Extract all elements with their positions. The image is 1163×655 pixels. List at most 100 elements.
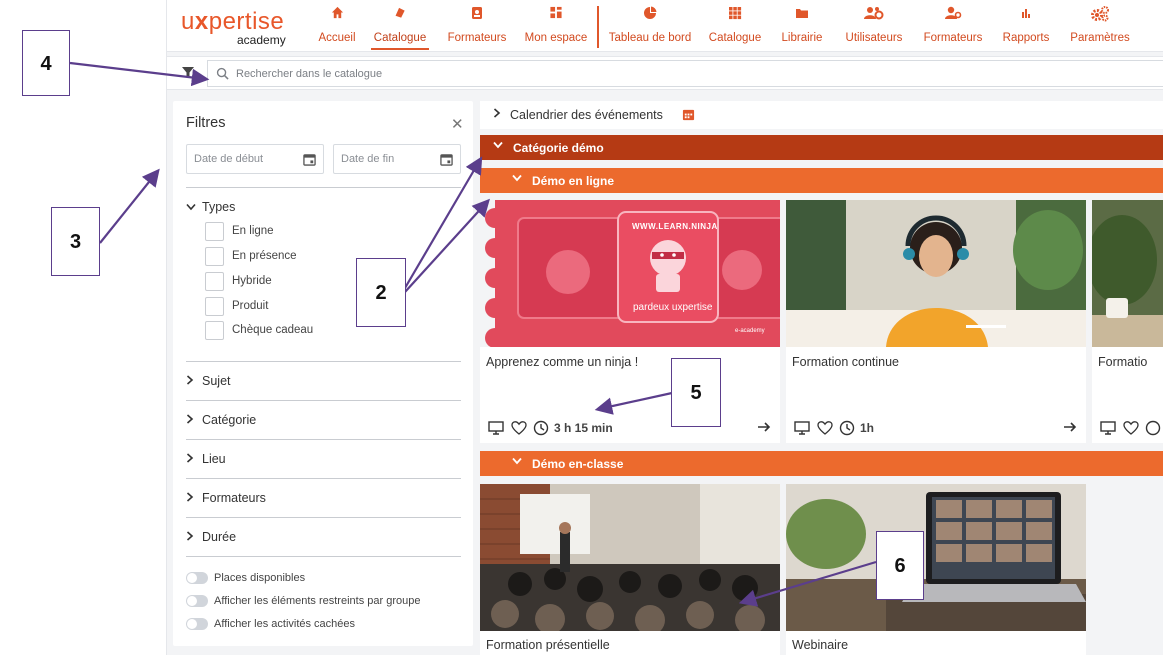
- course-duration: 1h: [860, 421, 875, 435]
- filter-group-duree[interactable]: Durée: [186, 530, 236, 544]
- folder-icon: [779, 6, 825, 24]
- date-start-field: [186, 144, 324, 174]
- nav-formateurs-admin[interactable]: Formateurs: [921, 6, 985, 50]
- category-header-demo[interactable]: Catégorie démo: [480, 135, 1163, 160]
- calendar-icon[interactable]: [303, 153, 316, 166]
- image-caption: WWW.LEARN.NINJA: [632, 222, 718, 231]
- filters-panel: Filtres ✕ Types En ligne En présence Hyb…: [173, 101, 473, 646]
- toggle-switch[interactable]: [186, 572, 208, 584]
- course-card-formation-presentielle[interactable]: Formation présentielle: [480, 484, 780, 655]
- heart-icon[interactable]: [817, 420, 833, 436]
- users-cog-icon: [841, 6, 907, 24]
- nav-tableau-de-bord[interactable]: Tableau de bord: [608, 6, 692, 50]
- course-image-formation-presentielle: [480, 484, 780, 631]
- checkbox[interactable]: [205, 297, 224, 316]
- course-title: Webinaire: [792, 638, 849, 652]
- clock-icon: [533, 420, 549, 436]
- course-image-webinaire: [786, 484, 1086, 631]
- chevron-right-icon: [186, 375, 202, 388]
- chevron-right-icon: [186, 453, 202, 466]
- book-icon: [371, 6, 429, 24]
- filter-toggle-icon[interactable]: [181, 65, 197, 81]
- home-icon: [315, 6, 359, 24]
- monitor-icon: [1100, 420, 1116, 436]
- course-card-partial[interactable]: Formatio: [1092, 200, 1163, 443]
- nav-parametres[interactable]: Paramètres: [1067, 6, 1133, 50]
- image-caption: e-academy: [735, 328, 765, 334]
- bar-chart-icon: [999, 6, 1053, 24]
- logo-wordmark: uxpertise: [181, 8, 285, 35]
- calendar-events-toggle[interactable]: Calendrier des événements: [480, 101, 1163, 129]
- checkbox[interactable]: [205, 247, 224, 266]
- checkbox[interactable]: [205, 222, 224, 241]
- toggle-switch[interactable]: [186, 618, 208, 630]
- annotation-arrow-3: [99, 168, 160, 244]
- close-icon[interactable]: ✕: [451, 115, 464, 133]
- chevron-down-icon: [493, 140, 503, 152]
- image-caption: pardeux uxpertise: [633, 302, 713, 313]
- nav-catalogue[interactable]: Catalogue: [371, 6, 429, 50]
- dashboard-icon: [523, 6, 589, 24]
- filter-group-types[interactable]: Types: [186, 200, 235, 214]
- search-bar: [167, 56, 1163, 90]
- arrow-right-icon[interactable]: [756, 419, 772, 435]
- nav-utilisateurs[interactable]: Utilisateurs: [841, 6, 907, 50]
- course-duration: 3 h 15 min: [554, 421, 613, 435]
- subcategory-header-classroom[interactable]: Démo en-classe: [480, 451, 1163, 476]
- nav-formateurs[interactable]: Formateurs: [445, 6, 509, 50]
- nav-mon-espace[interactable]: Mon espace: [523, 6, 589, 50]
- divider: [186, 478, 461, 479]
- checkbox[interactable]: [205, 321, 224, 340]
- heart-icon[interactable]: [1123, 420, 1139, 436]
- course-card-formation-continue[interactable]: Formation continue 1h: [786, 200, 1086, 443]
- nav-librairie[interactable]: Librairie: [779, 6, 825, 50]
- clock-icon: [839, 420, 855, 436]
- course-image-partial: [1092, 200, 1163, 347]
- checkbox[interactable]: [205, 272, 224, 291]
- chevron-right-icon: [186, 531, 202, 544]
- monitor-icon: [488, 420, 504, 436]
- date-end-input[interactable]: [341, 150, 436, 168]
- brand-logo[interactable]: uxpertise academy: [181, 8, 291, 47]
- date-start-input[interactable]: [194, 150, 289, 168]
- chevron-right-icon: [186, 492, 202, 505]
- id-badge-icon: [445, 6, 509, 24]
- filter-group-formateurs[interactable]: Formateurs: [186, 491, 266, 505]
- course-title: Formation continue: [792, 355, 900, 369]
- course-title: Formatio: [1098, 355, 1148, 369]
- date-end-field: [333, 144, 461, 174]
- filter-group-sujet[interactable]: Sujet: [186, 374, 231, 388]
- top-navigation: uxpertise academy Accueil Catalogue Form…: [167, 0, 1163, 52]
- filters-title: Filtres: [186, 115, 226, 131]
- chevron-down-icon: [512, 456, 522, 468]
- subcategory-header-online[interactable]: Démo en ligne: [480, 168, 1163, 193]
- course-title: Apprenez comme un ninja !: [486, 355, 639, 369]
- divider: [186, 556, 461, 557]
- chevron-down-icon: [512, 173, 522, 185]
- annotation-label-5: 5: [671, 358, 721, 427]
- calendar-icon[interactable]: [440, 153, 453, 166]
- filter-group-categorie[interactable]: Catégorie: [186, 413, 256, 427]
- divider: [186, 517, 461, 518]
- course-card-webinaire[interactable]: Webinaire: [786, 484, 1086, 655]
- nav-catalogue-admin[interactable]: Catalogue: [707, 6, 763, 50]
- search-icon: [216, 67, 230, 81]
- user-tie-icon: [921, 6, 985, 24]
- nav-rapports[interactable]: Rapports: [999, 6, 1053, 50]
- arrow-right-icon[interactable]: [1062, 419, 1078, 435]
- divider: [186, 400, 461, 401]
- filter-group-lieu[interactable]: Lieu: [186, 452, 226, 466]
- catalogue-content: Calendrier des événements Catégorie démo…: [480, 101, 1163, 655]
- course-card-ninja[interactable]: WWW.LEARN.NINJA pardeux uxpertise e-acad…: [480, 200, 780, 443]
- course-image-formation-continue: [786, 200, 1086, 347]
- nav-accueil[interactable]: Accueil: [315, 6, 359, 50]
- logo-subtitle: academy: [237, 33, 286, 47]
- chevron-right-icon: [493, 108, 501, 121]
- annotation-label-6: 6: [876, 531, 924, 600]
- search-input[interactable]: [236, 63, 1136, 85]
- search-box: [207, 60, 1163, 87]
- calendar-icon: [682, 108, 695, 121]
- toggle-switch[interactable]: [186, 595, 208, 607]
- annotation-label-4: 4: [22, 30, 70, 96]
- heart-icon[interactable]: [511, 420, 527, 436]
